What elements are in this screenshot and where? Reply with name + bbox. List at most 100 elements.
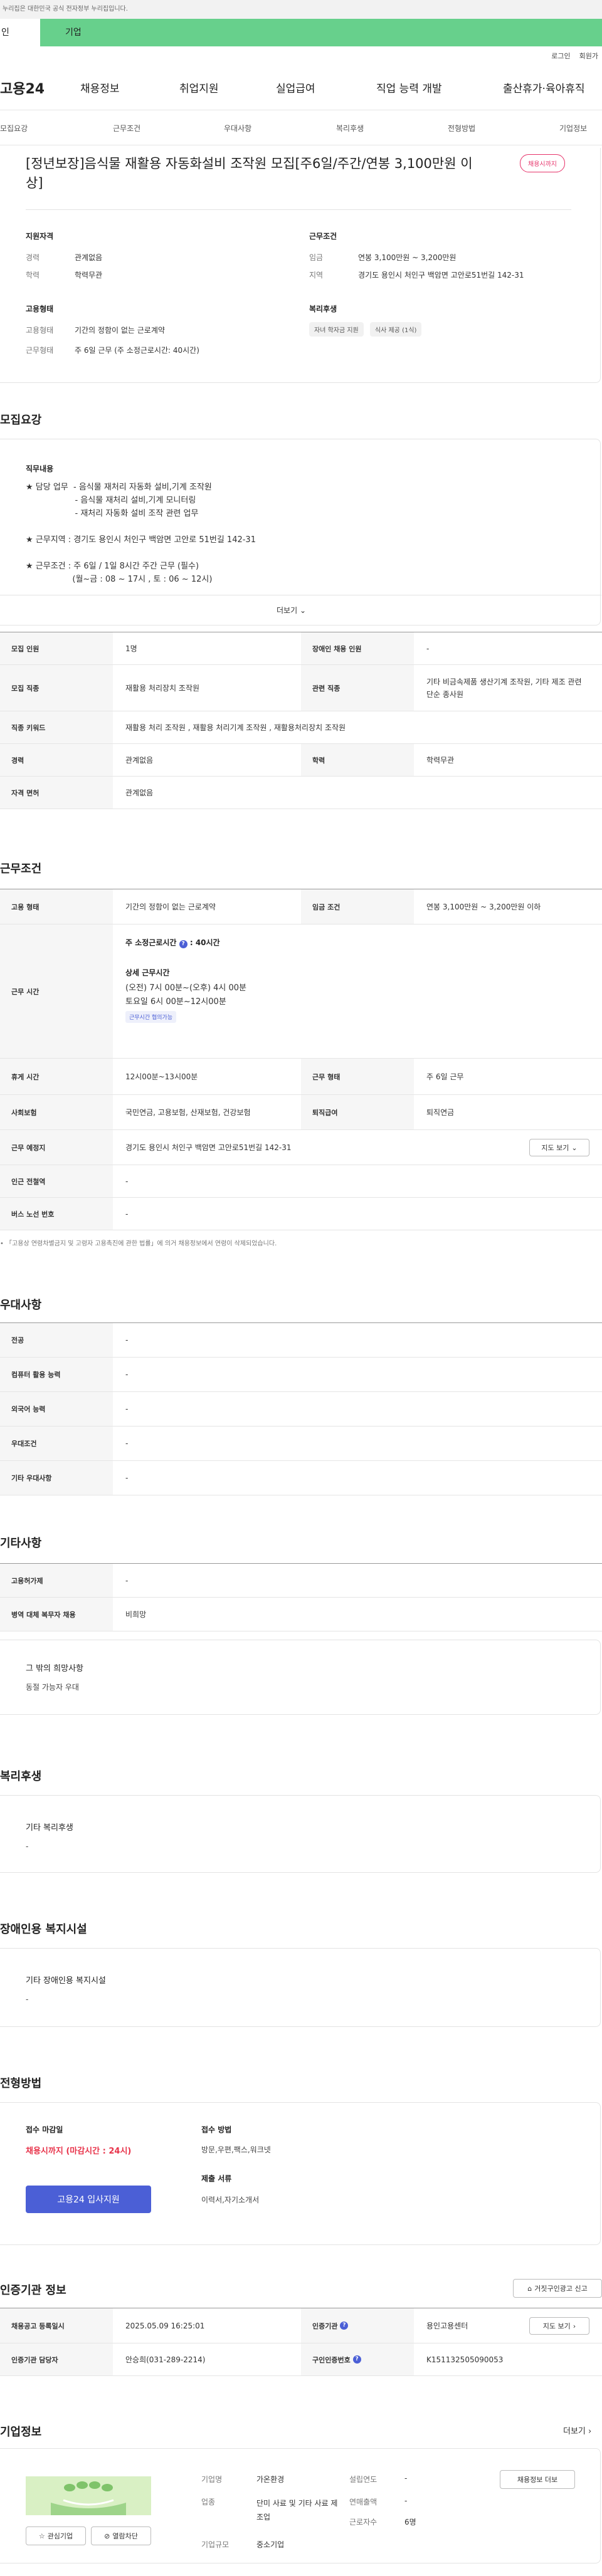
section-anchor-nav: 모집요강 근무조건 우대사항 복리후생 전형방법 기업정보 [0,110,602,145]
site-logo[interactable]: 고용24 [0,78,45,98]
employees-label: 근로자수 [349,2518,378,2526]
anchor-process[interactable]: 전형방법 [448,123,475,134]
detail-time-title: 상세 근무시간 [125,968,170,977]
info-icon[interactable]: ? [179,940,187,948]
work-type-value: 주 6일 근무 (주 소정근로시간: 40시간) [75,346,199,355]
gnb-employment-support[interactable]: 취업지원 [179,80,219,95]
other-wish-box: 그 밖의 희망사항 동절 가능자 우대 [0,1640,601,1715]
apply-button[interactable]: 고용24 입사지원 [26,2186,151,2213]
row-value: - [125,1336,129,1344]
industry-value: 단미 사료 및 기타 사료 제조업 [256,2499,338,2521]
row-label: 근무 시간 [0,924,113,1058]
row-label: 관련 직종 [301,665,414,711]
row-value: - [125,1439,129,1448]
global-nav: 고용24 채용정보 취업지원 실업급여 직업 능력 개발 출산휴가·육아휴직 [0,65,602,110]
founded-label: 설립연도 [349,2475,378,2484]
row-label: 모집 인원 [0,632,113,664]
row-value: K151132505090053 [426,2355,504,2364]
table-row: 채용공고 등록일시 2025.05.09 16:25:01 인증기관 ? 용인고… [0,2308,602,2343]
box-text: - [26,1995,29,2004]
login-link[interactable]: 로그인 [551,51,570,61]
etc-table: 고용허가제 - 병역 대체 복무자 채용 비희망 [0,1563,602,1631]
tab-company[interactable]: 기업 [40,19,602,46]
row-value: - [125,1176,129,1186]
map-view-button[interactable]: 지도 보기 ⌄ [529,1139,589,1156]
qualification-title: 지원자격 [26,232,54,241]
row-value: - [125,1370,129,1379]
anchor-recruit[interactable]: 모집요강 [0,123,28,134]
table-row: 우대조건 - [0,1427,602,1461]
annual-sales-value: - [404,2496,408,2505]
conditions-heading: 근무조건 [0,862,42,876]
box-title: 그 밖의 희망사항 [26,1664,83,1673]
table-row: 경력 관계없음 학력 학력무관 [0,744,602,777]
block-view-button[interactable]: ⊘ 열람차단 [91,2526,151,2545]
row-value: - [125,1405,129,1413]
anchor-preference[interactable]: 우대사항 [224,123,251,134]
anchor-company[interactable]: 기업정보 [559,123,587,134]
welfare-box: 기타 복리후생 - [0,1795,601,1873]
row-label: 인증기관 담당자 [0,2343,113,2375]
info-icon[interactable]: ? [352,2355,361,2364]
age-notice: • 「고용상 연령차별금지 및 고령자 고용촉진에 관한 법률」에 의거 채용정… [0,1240,277,1247]
row-value: 12시00분~13시00분 [125,1072,198,1081]
divider [26,209,571,210]
annual-sales-label: 연매출액 [349,2498,378,2506]
row-label: 학력 [301,744,414,776]
user-type-tabs: 인 기업 [0,19,602,46]
row-label: 버스 노선 번호 [0,1198,113,1230]
table-row: 근무 예정지 경기도 용인시 처인구 백암면 고안로51번길 142-31 지도… [0,1130,602,1165]
disabled-facility-box: 기타 장애인용 복지시설 - [0,1948,601,2027]
star-icon: ☆ [38,2531,45,2540]
education-label: 학력 [26,271,40,280]
row-label: 고용허가제 [0,1564,113,1597]
cert-heading: 인증기관 정보 [0,2284,66,2297]
row-value: 기간의 정함이 없는 근로계약 [125,903,216,911]
row-label: 우대조건 [0,1427,113,1460]
table-row: 외국어 능력 - [0,1392,602,1427]
wage-value: 연봉 3,100만원 ~ 3,200만원 [358,253,457,262]
anchor-conditions[interactable]: 근무조건 [113,123,140,134]
row-label: 채용공고 등록일시 [0,2308,113,2343]
row-value: 재활용 처리장치 조작원 [125,684,200,693]
tab-individual[interactable]: 인 [0,19,40,46]
more-button[interactable]: 더보기 ⌄ [277,605,306,615]
company-name-label: 기업명 [201,2475,223,2484]
gnb-unemployment-benefit[interactable]: 실업급여 [276,80,315,95]
row-label: 경력 [0,744,113,776]
industry-label: 업종 [201,2498,216,2506]
row-value: 기타 비금속제품 생산기계 조작원, 기타 제조 관련 단순 종사원 [426,677,582,699]
table-row: 근무 시간 주 소정근로시간 ? : 40시간 상세 근무시간 (오전) 7시 … [0,924,602,1059]
company-more-link[interactable]: 더보기 › [563,2424,591,2436]
table-row: 직종 키워드 재활용 처리 조작원 , 재활용 처리기계 조작원 , 재활용처리… [0,711,602,744]
detail-time-weekday: (오전) 7시 00분~(오후) 4시 00분 [125,983,247,993]
info-icon[interactable]: ? [340,2322,349,2330]
company-heading: 기업정보 [0,2426,42,2439]
home-icon: ⌂ [527,2284,532,2293]
favorite-company-button[interactable]: ☆ 관심기업 [26,2526,86,2545]
table-row: 자격 면허 관계없음 [0,777,602,809]
gnb-job-info[interactable]: 채용정보 [80,80,120,95]
negotiable-badge: 근무시간 협의가능 [125,1011,177,1023]
welfare-chip: 식사 제공 (1식) [369,322,422,337]
cert-map-button[interactable]: 지도 보기 › [529,2317,589,2335]
experience-value: 관계없음 [75,253,103,262]
cert-table: 채용공고 등록일시 2025.05.09 16:25:01 인증기관 ? 용인고… [0,2308,602,2376]
signup-link[interactable]: 회원가 [579,51,598,61]
education-value: 학력무관 [75,271,103,280]
welfare-title: 복리후생 [309,305,337,313]
recruit-heading: 모집요강 [0,414,42,427]
table-row: 인근 전철역 - [0,1165,602,1198]
gov-notice-bar: 누리집은 대한민국 공식 전자정부 누리집입니다. [0,0,602,19]
documents-value: 이력서,자기소개서 [201,2196,260,2204]
false-ad-report-button[interactable]: ⌂ 거짓구인광고 신고 [513,2279,602,2298]
row-value: 퇴직연금 [426,1108,455,1117]
row-label: 근무 예정지 [0,1130,113,1165]
company-jobs-button[interactable]: 채용정보 더보 [500,2470,575,2489]
row-label: 자격 면허 [0,777,113,809]
gnb-vocational-training[interactable]: 직업 능력 개발 [376,80,442,95]
company-card: ☆ 관심기업 ⊘ 열람차단 기업명 가온환경 업종 단미 사료 및 기타 사료 제조… [0,2448,601,2563]
job-title: [정년보장]음식물 재활용 자동화설비 조작원 모집[주6일/주간/연봉 3,1… [26,156,473,191]
gnb-parental-leave[interactable]: 출산휴가·육아휴직 [503,80,585,95]
anchor-welfare[interactable]: 복리후생 [336,123,364,134]
